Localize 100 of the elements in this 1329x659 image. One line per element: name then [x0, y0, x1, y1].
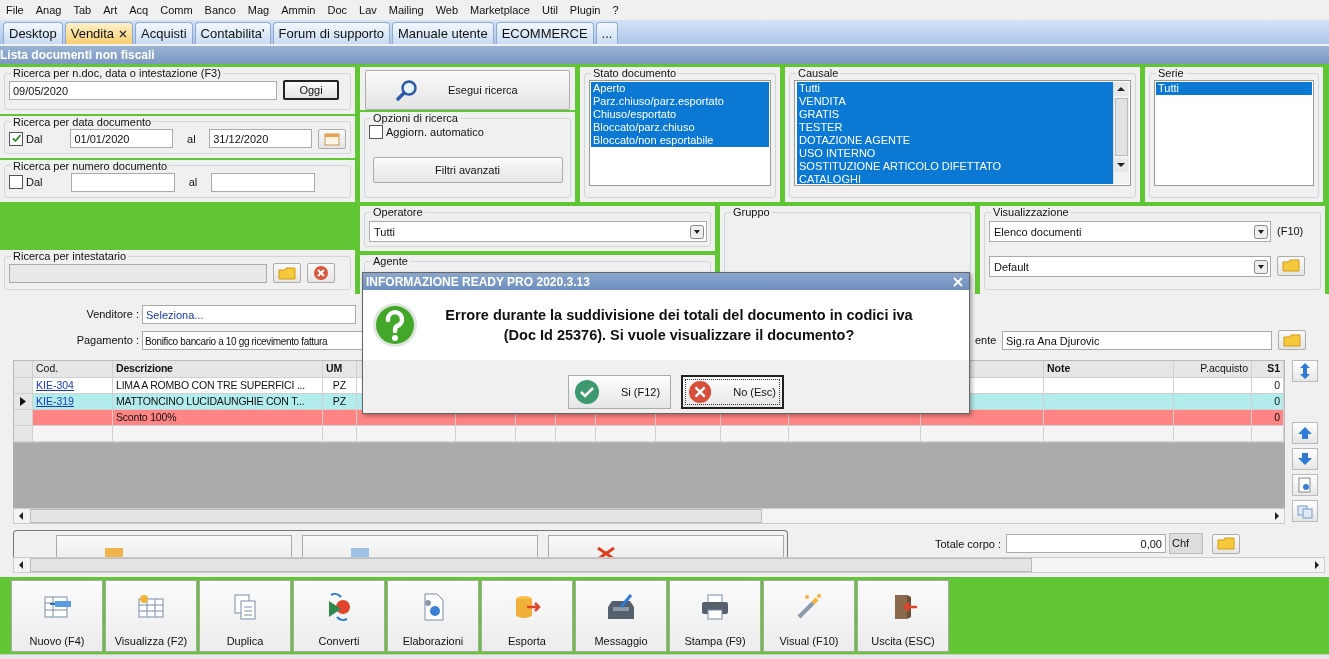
tab[interactable]: Acquisti [135, 22, 193, 44]
list-item[interactable]: USO INTERNO [797, 147, 1113, 160]
folder-button[interactable] [1277, 255, 1305, 276]
toolbar-button[interactable]: Visualizza (F2) [105, 580, 197, 652]
input-field[interactable] [9, 263, 267, 283]
menu-item[interactable]: Util [537, 4, 566, 16]
swap-button[interactable] [1292, 360, 1318, 382]
input-field[interactable]: 09/05/2020 [9, 80, 277, 100]
scrollbar[interactable] [13, 557, 1325, 573]
date-field[interactable]: 01/01/2020 [70, 129, 174, 149]
date-field[interactable]: 31/12/2020 [209, 129, 313, 149]
list-item[interactable]: Parz.chiuso/parz.esportato [591, 95, 769, 108]
list-item[interactable]: TESTER [797, 121, 1113, 134]
menu-item[interactable]: Anag [31, 4, 70, 16]
column-header[interactable]: P.acquisto [1174, 361, 1252, 378]
checkbox[interactable]: Dal [9, 175, 65, 190]
list-item[interactable]: Bloccato/parz.chiuso [591, 121, 769, 134]
column-header[interactable]: UM [323, 361, 357, 378]
calendar-button[interactable] [318, 128, 346, 149]
dropdown[interactable]: Default [989, 256, 1271, 277]
no-button[interactable]: No (Esc) [681, 375, 784, 409]
toolbar-button[interactable]: Visual (F10) [763, 580, 855, 652]
number-field[interactable] [71, 172, 175, 192]
menu-item[interactable]: File [2, 4, 32, 16]
menu-item[interactable]: Mailing [384, 4, 432, 16]
list-item[interactable]: CATALOGHI [797, 173, 1113, 184]
input-field[interactable]: Sig.ra Ana Djurovic [1002, 330, 1272, 350]
column-header[interactable]: Descrizione [113, 361, 323, 378]
menu-item[interactable]: ? [608, 4, 627, 16]
tab[interactable]: Desktop [3, 22, 63, 44]
menu-item[interactable]: Comm [156, 4, 201, 16]
close-icon[interactable] [119, 29, 128, 38]
tab[interactable]: Contabilita' [194, 22, 271, 44]
list-item[interactable]: DOTAZIONE AGENTE [797, 134, 1113, 147]
list-item[interactable]: GRATIS [797, 108, 1113, 121]
tab[interactable]: Manuale utente [392, 22, 494, 44]
tab[interactable]: ... [595, 22, 619, 44]
menu-item[interactable]: Ammin [277, 4, 324, 16]
toolbar-button[interactable]: Elaborazioni [387, 580, 479, 652]
menu-item[interactable]: Mag [243, 4, 278, 16]
scroll-up-icon[interactable] [1114, 82, 1128, 96]
column-header[interactable]: Cod. [33, 361, 113, 378]
folder-button[interactable] [1278, 330, 1306, 350]
menu-item[interactable]: Doc [323, 4, 355, 16]
scroll-thumb[interactable] [1115, 98, 1128, 156]
menu-item[interactable]: Art [99, 4, 126, 16]
toolbar-button[interactable]: Duplica [199, 580, 291, 652]
folder-button[interactable] [1212, 533, 1240, 554]
toolbar-button[interactable]: Stampa (F9) [669, 580, 761, 652]
partial-button[interactable] [302, 535, 538, 557]
partial-button[interactable] [548, 535, 784, 557]
column-header[interactable]: S1 [1252, 361, 1284, 378]
list-item[interactable]: Chiuso/esportato [591, 108, 769, 121]
windows-button[interactable] [1292, 500, 1318, 522]
tab[interactable]: Vendita [64, 22, 134, 44]
folder-button[interactable] [273, 263, 301, 283]
checkbox[interactable]: Dal [9, 131, 65, 146]
clear-button[interactable] [307, 263, 335, 283]
menu-item[interactable]: Acq [125, 4, 157, 16]
menu-item[interactable]: Plugin [565, 4, 609, 16]
toolbar-button[interactable]: Messaggio [575, 580, 667, 652]
tab[interactable]: ECOMMERCE [495, 22, 594, 44]
dropdown[interactable]: Seleziona... [142, 304, 356, 324]
menu-item[interactable]: Tab [69, 4, 100, 16]
scroll-thumb[interactable] [30, 509, 762, 523]
document-button[interactable] [1292, 474, 1318, 496]
checkbox[interactable]: Aggiorn. automatico [369, 125, 566, 139]
dropdown[interactable]: Tutti [369, 221, 707, 242]
list-item[interactable]: Tutti [1156, 82, 1312, 95]
list-item[interactable]: Tutti [797, 82, 1113, 95]
menu-item[interactable]: Lav [355, 4, 385, 16]
item-code-link[interactable]: KIE-304 [36, 379, 74, 391]
toolbar-button[interactable]: Uscita (ESC) [857, 580, 949, 652]
scroll-thumb[interactable] [30, 558, 1032, 572]
menu-item[interactable]: Web [431, 4, 467, 16]
row-header[interactable] [14, 394, 33, 410]
dropdown[interactable]: Elenco documenti [989, 221, 1271, 242]
menu-item[interactable]: Banco [200, 4, 244, 16]
toolbar-button[interactable]: Nuovo (F4) [11, 580, 103, 652]
menu-item[interactable]: Marketplace [466, 4, 538, 16]
scroll-down-icon[interactable] [1114, 158, 1128, 172]
partial-button[interactable] [56, 535, 292, 557]
yes-button[interactable]: Si (F12) [568, 375, 671, 409]
move-down-button[interactable] [1292, 448, 1318, 470]
tab[interactable]: Forum di supporto [272, 22, 391, 44]
item-code-link[interactable]: KIE-319 [36, 395, 74, 407]
number-field[interactable] [211, 172, 315, 192]
scrollbar[interactable] [13, 508, 1285, 524]
list-item[interactable]: Bloccato/non esportabile [591, 134, 769, 147]
move-up-button[interactable] [1292, 422, 1318, 444]
column-header[interactable]: Note [1044, 361, 1174, 378]
list-item[interactable]: SOSTITUZIONE ARTICOLO DIFETTATO [797, 160, 1113, 173]
list-item[interactable]: VENDITA [797, 95, 1113, 108]
today-button[interactable]: Oggi [283, 80, 339, 100]
search-button[interactable]: Esegui ricerca [365, 70, 570, 110]
list-item[interactable]: Aperto [591, 82, 769, 95]
toolbar-button[interactable]: Esporta [481, 580, 573, 652]
toolbar-button[interactable]: Converti [293, 580, 385, 652]
scrollbar[interactable] [1113, 82, 1129, 184]
advanced-filters-button[interactable]: Filtri avanzati [372, 157, 563, 183]
